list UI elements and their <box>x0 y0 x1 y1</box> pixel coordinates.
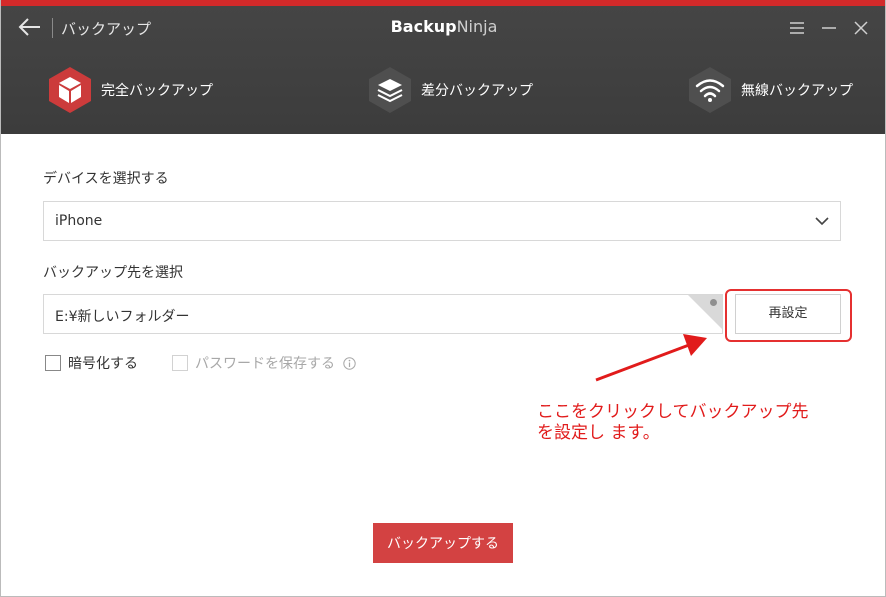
header: バックアップ BackupNinja 完全バックアップ 差分バックアップ 無線バ… <box>1 6 885 134</box>
destination-path-value: E:¥新しいフォルダー <box>55 309 190 325</box>
mode-wireless-backup[interactable]: 無線バックアップ <box>687 66 853 114</box>
status-dot-icon <box>710 299 717 306</box>
wifi-icon <box>687 66 733 114</box>
app-name-bold: Backup <box>390 17 457 36</box>
mode-label: 無線バックアップ <box>741 83 853 99</box>
backup-button[interactable]: バックアップする <box>373 523 513 563</box>
annotation-text: ここをクリックしてバックアップ先 を設定し ます。 <box>537 402 882 444</box>
encrypt-label: 暗号化する <box>68 356 138 372</box>
mode-label: 完全バックアップ <box>101 83 213 99</box>
minimize-icon[interactable] <box>819 18 839 38</box>
mode-label: 差分バックアップ <box>421 83 533 99</box>
annotation-line-2: を設定し ます。 <box>537 423 660 443</box>
device-selected-value: iPhone <box>55 213 103 229</box>
app-window: バックアップ BackupNinja 完全バックアップ 差分バックアップ 無線バ… <box>0 0 886 597</box>
info-icon[interactable] <box>343 356 356 370</box>
save-password-label: パスワードを保存する <box>195 356 335 372</box>
path-corner-fold <box>688 295 722 329</box>
app-title: BackupNinja <box>1 17 885 36</box>
main-content: デバイスを選択する iPhone バックアップ先を選択 E:¥新しいフォルダー … <box>1 134 885 596</box>
close-icon[interactable] <box>851 18 871 38</box>
chevron-down-icon <box>815 217 829 226</box>
device-select[interactable]: iPhone <box>43 201 841 241</box>
layers-icon <box>367 66 413 114</box>
save-password-checkbox <box>172 355 188 371</box>
encrypt-checkbox[interactable] <box>45 355 61 371</box>
titlebar: バックアップ BackupNinja <box>1 6 885 50</box>
mode-full-backup[interactable]: 完全バックアップ <box>47 66 213 114</box>
save-password-option: パスワードを保存する <box>172 353 356 373</box>
device-label: デバイスを選択する <box>43 171 169 187</box>
app-name-light: Ninja <box>456 17 498 36</box>
annotation-line-1: ここをクリックしてバックアップ先 <box>537 402 809 422</box>
encrypt-option[interactable]: 暗号化する <box>45 353 138 373</box>
cube-icon <box>47 66 93 114</box>
reset-destination-button[interactable]: 再設定 <box>735 294 841 334</box>
destination-label: バックアップ先を選択 <box>43 265 183 281</box>
mode-differential-backup[interactable]: 差分バックアップ <box>367 66 533 114</box>
menu-icon[interactable] <box>787 18 807 38</box>
destination-path-field[interactable]: E:¥新しいフォルダー <box>43 294 723 334</box>
